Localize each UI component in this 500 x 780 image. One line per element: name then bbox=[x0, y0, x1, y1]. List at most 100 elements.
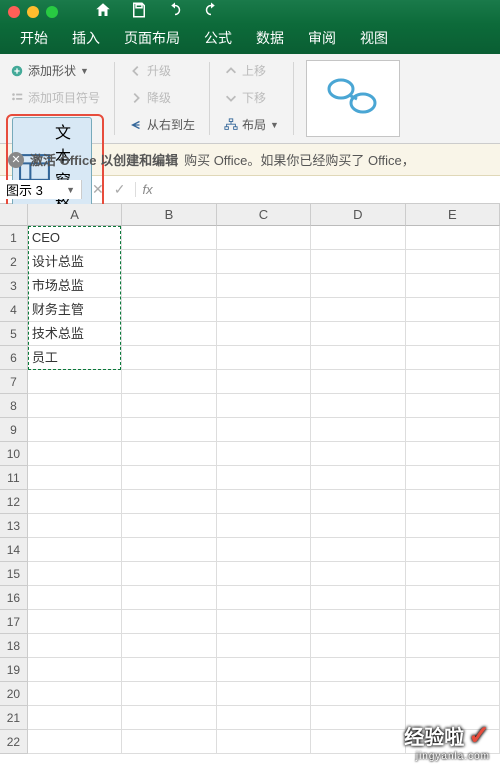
cell[interactable] bbox=[217, 490, 311, 514]
tab-formulas[interactable]: 公式 bbox=[192, 22, 244, 54]
cell[interactable] bbox=[311, 226, 405, 250]
row-header[interactable]: 18 bbox=[0, 634, 28, 658]
close-window[interactable] bbox=[8, 6, 20, 18]
cell[interactable] bbox=[122, 346, 216, 370]
layout-button[interactable]: 布局 ▼ bbox=[220, 114, 283, 135]
row-header[interactable]: 1 bbox=[0, 226, 28, 250]
cell[interactable] bbox=[122, 370, 216, 394]
add-bullet-button[interactable]: 添加项目符号 bbox=[6, 87, 104, 108]
cell[interactable] bbox=[217, 370, 311, 394]
row-header[interactable]: 14 bbox=[0, 538, 28, 562]
cell[interactable] bbox=[406, 226, 500, 250]
move-up-button[interactable]: 上移 bbox=[220, 60, 283, 81]
cell[interactable] bbox=[406, 658, 500, 682]
cell[interactable] bbox=[122, 562, 216, 586]
tab-insert[interactable]: 插入 bbox=[60, 22, 112, 54]
add-shape-button[interactable]: 添加形状 ▼ bbox=[6, 60, 104, 81]
column-header-a[interactable]: A bbox=[28, 204, 122, 226]
cell[interactable] bbox=[122, 682, 216, 706]
smartart-gallery[interactable] bbox=[306, 60, 400, 137]
cell[interactable] bbox=[28, 682, 122, 706]
cell[interactable] bbox=[28, 562, 122, 586]
cell[interactable] bbox=[311, 634, 405, 658]
row-header[interactable]: 19 bbox=[0, 658, 28, 682]
cell[interactable] bbox=[28, 658, 122, 682]
cell[interactable] bbox=[311, 514, 405, 538]
cell[interactable] bbox=[406, 610, 500, 634]
cell[interactable] bbox=[311, 490, 405, 514]
minimize-window[interactable] bbox=[27, 6, 39, 18]
save-icon[interactable] bbox=[130, 1, 148, 24]
cell[interactable] bbox=[122, 442, 216, 466]
cell[interactable] bbox=[122, 610, 216, 634]
cell[interactable] bbox=[217, 442, 311, 466]
cell[interactable] bbox=[406, 274, 500, 298]
tab-review[interactable]: 审阅 bbox=[296, 22, 348, 54]
cell[interactable] bbox=[311, 346, 405, 370]
cell[interactable] bbox=[122, 730, 216, 754]
cell[interactable] bbox=[28, 514, 122, 538]
cell[interactable] bbox=[122, 538, 216, 562]
cell[interactable] bbox=[311, 658, 405, 682]
tab-layout[interactable]: 页面布局 bbox=[112, 22, 192, 54]
select-all-corner[interactable] bbox=[0, 204, 28, 226]
row-header[interactable]: 9 bbox=[0, 418, 28, 442]
cancel-formula-icon[interactable]: ✕ bbox=[92, 181, 104, 198]
redo-icon[interactable] bbox=[202, 1, 220, 24]
cell[interactable] bbox=[406, 466, 500, 490]
cell[interactable] bbox=[217, 658, 311, 682]
cell[interactable] bbox=[28, 418, 122, 442]
cell[interactable] bbox=[311, 706, 405, 730]
cell[interactable] bbox=[406, 298, 500, 322]
cell[interactable] bbox=[406, 418, 500, 442]
cell[interactable]: 员工 bbox=[28, 346, 122, 370]
cell[interactable] bbox=[217, 706, 311, 730]
cell[interactable] bbox=[217, 634, 311, 658]
cell[interactable] bbox=[122, 706, 216, 730]
confirm-formula-icon[interactable]: ✓ bbox=[114, 181, 126, 198]
row-header[interactable]: 5 bbox=[0, 322, 28, 346]
cell[interactable] bbox=[28, 538, 122, 562]
row-header[interactable]: 7 bbox=[0, 370, 28, 394]
cell[interactable] bbox=[311, 682, 405, 706]
row-header[interactable]: 2 bbox=[0, 250, 28, 274]
name-box[interactable]: 图示 3 ▼ bbox=[0, 180, 82, 199]
row-header[interactable]: 11 bbox=[0, 466, 28, 490]
cell[interactable] bbox=[217, 682, 311, 706]
cell[interactable] bbox=[217, 562, 311, 586]
cell[interactable] bbox=[28, 730, 122, 754]
cell[interactable] bbox=[311, 322, 405, 346]
cell[interactable] bbox=[217, 514, 311, 538]
cell[interactable] bbox=[217, 466, 311, 490]
cell[interactable] bbox=[406, 370, 500, 394]
cell[interactable] bbox=[28, 466, 122, 490]
maximize-window[interactable] bbox=[46, 6, 58, 18]
row-header[interactable]: 20 bbox=[0, 682, 28, 706]
row-header[interactable]: 13 bbox=[0, 514, 28, 538]
row-header[interactable]: 16 bbox=[0, 586, 28, 610]
row-header[interactable]: 8 bbox=[0, 394, 28, 418]
cell[interactable] bbox=[217, 226, 311, 250]
cell[interactable] bbox=[406, 634, 500, 658]
cell[interactable] bbox=[217, 610, 311, 634]
cell[interactable] bbox=[28, 394, 122, 418]
tab-start[interactable]: 开始 bbox=[8, 22, 60, 54]
cell[interactable] bbox=[406, 586, 500, 610]
tab-data[interactable]: 数据 bbox=[244, 22, 296, 54]
cell[interactable] bbox=[217, 346, 311, 370]
promote-button[interactable]: 升级 bbox=[125, 60, 199, 81]
cell[interactable] bbox=[28, 706, 122, 730]
column-header-e[interactable]: E bbox=[406, 204, 500, 226]
cell[interactable] bbox=[217, 298, 311, 322]
cell[interactable] bbox=[217, 418, 311, 442]
row-header[interactable]: 22 bbox=[0, 730, 28, 754]
cell[interactable] bbox=[406, 442, 500, 466]
cell[interactable] bbox=[406, 562, 500, 586]
cell[interactable] bbox=[122, 634, 216, 658]
cell[interactable] bbox=[217, 322, 311, 346]
cell[interactable]: 市场总监 bbox=[28, 274, 122, 298]
cell[interactable] bbox=[406, 682, 500, 706]
cell[interactable] bbox=[217, 586, 311, 610]
cell[interactable] bbox=[217, 730, 311, 754]
cell[interactable] bbox=[311, 730, 405, 754]
